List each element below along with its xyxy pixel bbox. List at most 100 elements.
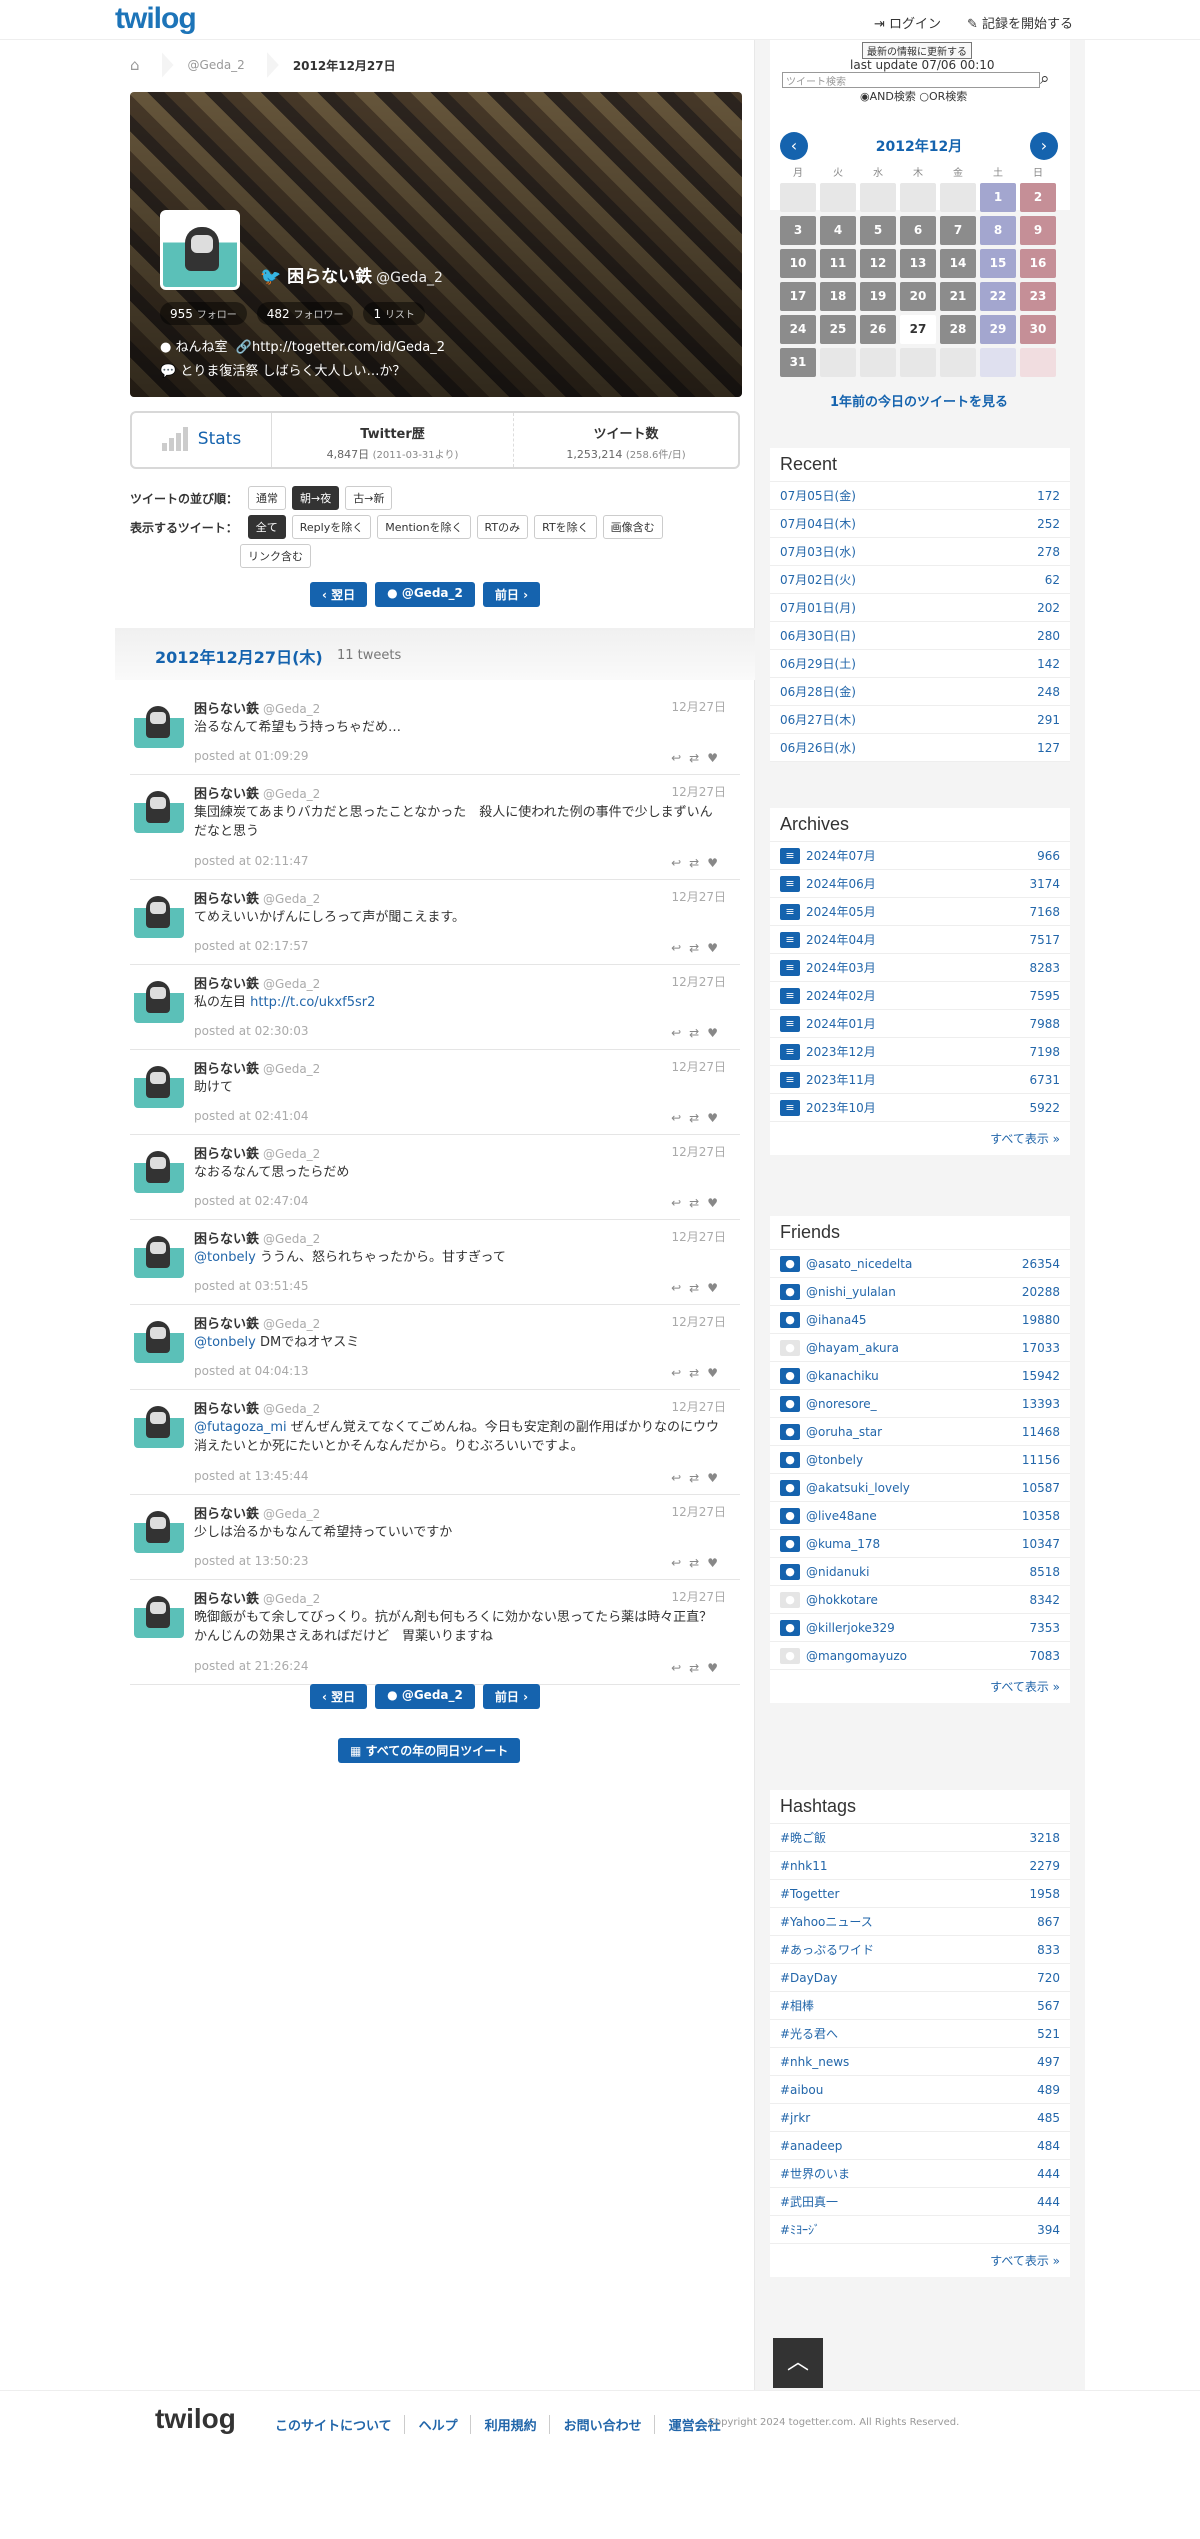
- calendar-day[interactable]: 31: [780, 348, 816, 377]
- tweet-mention[interactable]: @tonbely: [194, 1335, 256, 1350]
- calendar-day[interactable]: 15: [980, 249, 1016, 278]
- reply-icon[interactable]: ↩: [671, 1556, 689, 1570]
- tweet-author[interactable]: 困らない鉄 @Geda_2: [194, 783, 320, 802]
- calendar-day[interactable]: 2: [1020, 183, 1056, 212]
- archive-row[interactable]: ≡ 2024年01月 7988: [770, 1010, 1070, 1038]
- friend-row[interactable]: ● @killerjoke329 7353: [770, 1614, 1070, 1642]
- archive-row[interactable]: ≡ 2023年10月 5922: [770, 1094, 1070, 1122]
- profile-url[interactable]: http://togetter.com/id/Geda_2: [252, 340, 445, 355]
- calendar-day[interactable]: 13: [900, 249, 936, 278]
- calendar-day[interactable]: 24: [780, 315, 816, 344]
- hashtag-row[interactable]: #jrkr 485: [770, 2104, 1070, 2132]
- tweet-posted-at[interactable]: posted at 02:17:57: [194, 939, 309, 953]
- year-ago-link[interactable]: 1年前の今日のツイートを見る: [780, 391, 1058, 410]
- like-icon[interactable]: ♥: [707, 1111, 726, 1125]
- tweet-avatar[interactable]: [134, 1313, 184, 1363]
- friend-row[interactable]: ● @tonbely 11156: [770, 1446, 1070, 1474]
- calendar-day[interactable]: 23: [1020, 282, 1056, 311]
- calendar-day[interactable]: 27: [900, 315, 936, 344]
- tweet-mention[interactable]: @tonbely: [194, 1250, 256, 1265]
- like-icon[interactable]: ♥: [707, 856, 726, 870]
- refresh-button[interactable]: 最新の情報に更新する: [862, 42, 972, 59]
- tweet-author[interactable]: 困らない鉄 @Geda_2: [194, 1588, 320, 1607]
- start-recording-link[interactable]: ✎ 記録を開始する: [967, 13, 1073, 32]
- calendar-day[interactable]: 25: [820, 315, 856, 344]
- tweet-posted-at[interactable]: posted at 02:30:03: [194, 1024, 309, 1038]
- like-icon[interactable]: ♥: [707, 1366, 726, 1380]
- prev-day-button[interactable]: ‹ 翌日: [310, 1684, 368, 1709]
- hashtag-row[interactable]: #DayDay 720: [770, 1964, 1070, 1992]
- retweet-icon[interactable]: ⇄: [689, 941, 707, 955]
- profile-avatar[interactable]: [160, 210, 240, 290]
- user-button[interactable]: ● @Geda_2: [375, 1684, 475, 1709]
- reply-icon[interactable]: ↩: [671, 1026, 689, 1040]
- search-input[interactable]: ツイート検索: [782, 72, 1040, 88]
- retweet-icon[interactable]: ⇄: [689, 1196, 707, 1210]
- followers-pill[interactable]: 955 フォロー: [160, 302, 247, 325]
- calendar-day[interactable]: 19: [860, 282, 896, 311]
- like-icon[interactable]: ♥: [707, 1556, 726, 1570]
- calendar-day[interactable]: 28: [940, 315, 976, 344]
- calendar-day[interactable]: 8: [980, 216, 1016, 245]
- friend-row[interactable]: ● @nidanuki 8518: [770, 1558, 1070, 1586]
- site-logo[interactable]: twilog: [115, 2, 197, 36]
- calendar-day[interactable]: 21: [940, 282, 976, 311]
- search-icon[interactable]: ⌕: [1040, 69, 1050, 89]
- hashtag-row[interactable]: #anadeep 484: [770, 2132, 1070, 2160]
- friend-row[interactable]: ● @kanachiku 15942: [770, 1362, 1070, 1390]
- like-icon[interactable]: ♥: [707, 1196, 726, 1210]
- like-icon[interactable]: ♥: [707, 1281, 726, 1295]
- hashtag-row[interactable]: #nhk11 2279: [770, 1852, 1070, 1880]
- calendar-day[interactable]: 7: [940, 216, 976, 245]
- hashtag-row[interactable]: #ﾐﾖｰｼﾞ 394: [770, 2216, 1070, 2244]
- archive-row[interactable]: ≡ 2023年12月 7198: [770, 1038, 1070, 1066]
- retweet-icon[interactable]: ⇄: [689, 1111, 707, 1125]
- archive-row[interactable]: ≡ 2024年03月 8283: [770, 954, 1070, 982]
- recent-row[interactable]: 06月28日(金) 248: [770, 678, 1070, 706]
- reply-icon[interactable]: ↩: [671, 1661, 689, 1675]
- archive-row[interactable]: ≡ 2024年02月 7595: [770, 982, 1070, 1010]
- tweet-date[interactable]: 12月27日: [671, 1228, 726, 1245]
- stats-link[interactable]: Stats: [132, 413, 272, 467]
- lists-pill[interactable]: 1 リスト: [363, 302, 425, 325]
- friend-row[interactable]: ● @live48ane 10358: [770, 1502, 1070, 1530]
- retweet-icon[interactable]: ⇄: [689, 751, 707, 765]
- friend-row[interactable]: ● @noresore_ 13393: [770, 1390, 1070, 1418]
- archive-row[interactable]: ≡ 2023年11月 6731: [770, 1066, 1070, 1094]
- tweet-posted-at[interactable]: posted at 13:45:44: [194, 1469, 309, 1483]
- friend-row[interactable]: ● @hayam_akura 17033: [770, 1334, 1070, 1362]
- recent-row[interactable]: 06月27日(木) 291: [770, 706, 1070, 734]
- recent-row[interactable]: 07月01日(月) 202: [770, 594, 1070, 622]
- calendar-day[interactable]: 12: [860, 249, 896, 278]
- filter-no-reply-button[interactable]: Replyを除く: [291, 515, 372, 539]
- reply-icon[interactable]: ↩: [671, 1366, 689, 1380]
- like-icon[interactable]: ♥: [707, 1471, 726, 1485]
- tweet-posted-at[interactable]: posted at 02:11:47: [194, 854, 309, 868]
- friend-row[interactable]: ● @ihana45 19880: [770, 1306, 1070, 1334]
- calendar-day[interactable]: 14: [940, 249, 976, 278]
- tweet-avatar[interactable]: [134, 1398, 184, 1448]
- tweet-date[interactable]: 12月27日: [671, 1143, 726, 1160]
- tweet-posted-at[interactable]: posted at 01:09:29: [194, 749, 309, 763]
- calendar-day[interactable]: 9: [1020, 216, 1056, 245]
- reply-icon[interactable]: ↩: [671, 1471, 689, 1485]
- breadcrumb-user[interactable]: @Geda_2: [188, 58, 245, 72]
- hashtag-row[interactable]: #相棒 567: [770, 1992, 1070, 2020]
- tweet-author[interactable]: 困らない鉄 @Geda_2: [194, 973, 320, 992]
- home-icon[interactable]: ⌂: [130, 56, 140, 74]
- scroll-top-button[interactable]: ︿: [773, 2338, 823, 2388]
- friend-row[interactable]: ● @kuma_178 10347: [770, 1530, 1070, 1558]
- filter-images-button[interactable]: 画像含む: [602, 515, 663, 539]
- tweet-author[interactable]: 困らない鉄 @Geda_2: [194, 1143, 320, 1162]
- retweet-icon[interactable]: ⇄: [689, 856, 707, 870]
- tweet-mention[interactable]: @futagoza_mi: [194, 1420, 287, 1435]
- recent-row[interactable]: 07月05日(金) 172: [770, 482, 1070, 510]
- tweet-author[interactable]: 困らない鉄 @Geda_2: [194, 1503, 320, 1522]
- friend-row[interactable]: ● @oruha_star 11468: [770, 1418, 1070, 1446]
- archive-row[interactable]: ≡ 2024年05月 7168: [770, 898, 1070, 926]
- filter-no-mention-button[interactable]: Mentionを除く: [377, 515, 471, 539]
- retweet-icon[interactable]: ⇄: [689, 1556, 707, 1570]
- all-years-button[interactable]: ▦ すべての年の同日ツイート: [338, 1738, 521, 1763]
- calendar-day[interactable]: 18: [820, 282, 856, 311]
- following-pill[interactable]: 482 フォロワー: [256, 302, 354, 325]
